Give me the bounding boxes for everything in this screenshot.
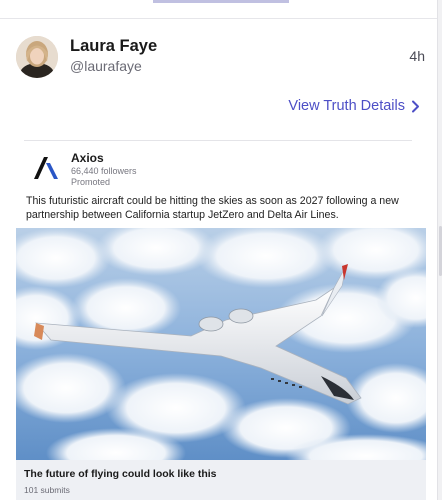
active-tab-indicator [153,0,289,3]
axios-logo-icon[interactable] [32,157,60,179]
post-header: Laura Faye @laurafaye 4h [16,36,428,80]
view-truth-details-link[interactable]: View Truth Details [288,98,420,114]
source-followers: 66,440 followers [71,166,137,176]
author-handle[interactable]: @laurafaye [70,58,142,74]
view-truth-details-label: View Truth Details [288,98,405,114]
promoted-label: Promoted [71,177,111,187]
post-timestamp: 4h [409,48,425,64]
chevron-right-icon [411,100,420,113]
source-name[interactable]: Axios [71,151,104,165]
author-name[interactable]: Laura Faye [70,37,157,56]
link-preview-card[interactable]: Axios 66,440 followers Promoted This fut… [16,140,426,500]
top-tab-bar [0,0,442,19]
card-divider [24,140,412,141]
aircraft-image[interactable] [16,228,426,460]
caption-title: The future of flying could look like thi… [24,468,217,480]
caption-submits: 101 submits [24,485,70,495]
card-caption[interactable]: The future of flying could look like thi… [16,460,426,500]
scrollbar[interactable] [437,0,442,500]
card-body-text: This futuristic aircraft could be hittin… [26,195,399,221]
avatar[interactable] [16,36,58,78]
